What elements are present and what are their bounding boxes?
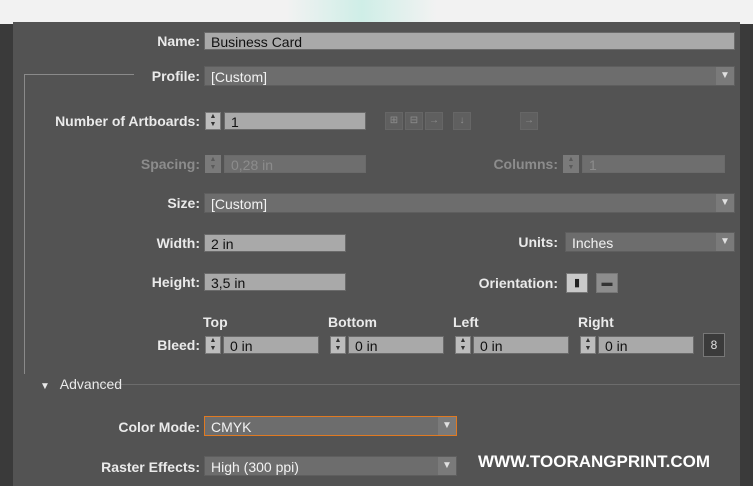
advanced-toggle[interactable]: ▼ Advanced: [40, 376, 122, 395]
spacing-input: 0,28 in: [224, 155, 366, 173]
grid-by-row-icon[interactable]: ⊞: [385, 112, 403, 130]
portrait-icon[interactable]: ▮: [566, 273, 588, 293]
advanced-divider: [98, 384, 740, 385]
columns-spin-arrows-icon: ▲ ▼: [563, 155, 579, 173]
bleed-right-label: Right: [578, 314, 614, 330]
artboards-label: Number of Artboards:: [55, 113, 200, 129]
profile-value: [Custom]: [211, 69, 268, 85]
size-dropdown[interactable]: [Custom] ▼: [204, 193, 735, 213]
name-label: Name:: [157, 33, 200, 49]
units-label: Units:: [518, 234, 558, 250]
arrange-by-row-icon[interactable]: →: [425, 112, 443, 130]
right-to-left-icon[interactable]: →: [520, 112, 538, 130]
columns-input: 1: [582, 155, 725, 173]
bleed-bottom-label: Bottom: [328, 314, 377, 330]
size-value: [Custom]: [211, 196, 268, 212]
spacing-label: Spacing:: [140, 156, 200, 172]
color-mode-label: Color Mode:: [118, 419, 200, 435]
name-input[interactable]: Business Card: [204, 32, 735, 50]
bleed-label: Bleed:: [157, 337, 200, 353]
width-input[interactable]: 2 in: [204, 234, 346, 252]
arrange-by-column-icon[interactable]: ↓: [453, 112, 471, 130]
spacing-spin-arrows-icon: ▲ ▼: [205, 155, 221, 173]
height-input[interactable]: 3,5 in: [204, 273, 346, 291]
bleed-left-input[interactable]: 0 in: [473, 336, 569, 354]
bleed-top-spin-arrows-icon[interactable]: ▲ ▼: [205, 336, 221, 354]
landscape-icon[interactable]: ▬: [596, 273, 618, 293]
dropdown-arrow-icon: ▼: [716, 194, 734, 212]
units-value: Inches: [572, 235, 614, 251]
profile-label: Profile:: [151, 68, 200, 84]
height-label: Height:: [151, 274, 200, 290]
grid-by-column-icon[interactable]: ⊟: [405, 112, 423, 130]
link-icon[interactable]: 8: [703, 333, 725, 357]
columns-label: Columns:: [493, 156, 558, 172]
raster-effects-dropdown[interactable]: High (300 ppi) ▼: [204, 456, 457, 476]
dropdown-arrow-icon: ▼: [716, 233, 734, 251]
artboards-input[interactable]: 1: [224, 112, 366, 130]
dropdown-arrow-icon: ▼: [438, 457, 456, 475]
width-label: Width:: [156, 235, 200, 251]
bleed-right-spin-arrows-icon[interactable]: ▲ ▼: [580, 336, 596, 354]
bleed-top-label: Top: [203, 314, 228, 330]
bleed-left-label: Left: [453, 314, 479, 330]
bleed-left-spin-arrows-icon[interactable]: ▲ ▼: [455, 336, 471, 354]
dropdown-arrow-icon: ▼: [438, 417, 456, 435]
watermark-text: WWW.TOORANGPRINT.COM: [478, 452, 710, 471]
bleed-bottom-spin-arrows-icon[interactable]: ▲ ▼: [330, 336, 346, 354]
color-mode-value: CMYK: [211, 419, 252, 435]
raster-effects-value: High (300 ppi): [211, 459, 299, 475]
dropdown-arrow-icon: ▼: [716, 67, 734, 85]
profile-dropdown[interactable]: [Custom] ▼: [204, 66, 735, 86]
advanced-label: Advanced: [59, 376, 123, 392]
bleed-right-input[interactable]: 0 in: [598, 336, 694, 354]
decorative-header-band: [0, 0, 753, 24]
orientation-label: Orientation:: [478, 275, 558, 291]
bleed-top-input[interactable]: 0 in: [223, 336, 319, 354]
artboards-spin-arrows-icon[interactable]: ▲ ▼: [205, 112, 221, 130]
raster-effects-label: Raster Effects:: [101, 459, 200, 475]
size-label: Size:: [167, 195, 200, 211]
disclosure-triangle-icon: ▼: [40, 381, 50, 392]
bleed-bottom-input[interactable]: 0 in: [348, 336, 444, 354]
units-dropdown[interactable]: Inches ▼: [565, 232, 735, 252]
color-mode-dropdown[interactable]: CMYK ▼: [204, 416, 457, 436]
